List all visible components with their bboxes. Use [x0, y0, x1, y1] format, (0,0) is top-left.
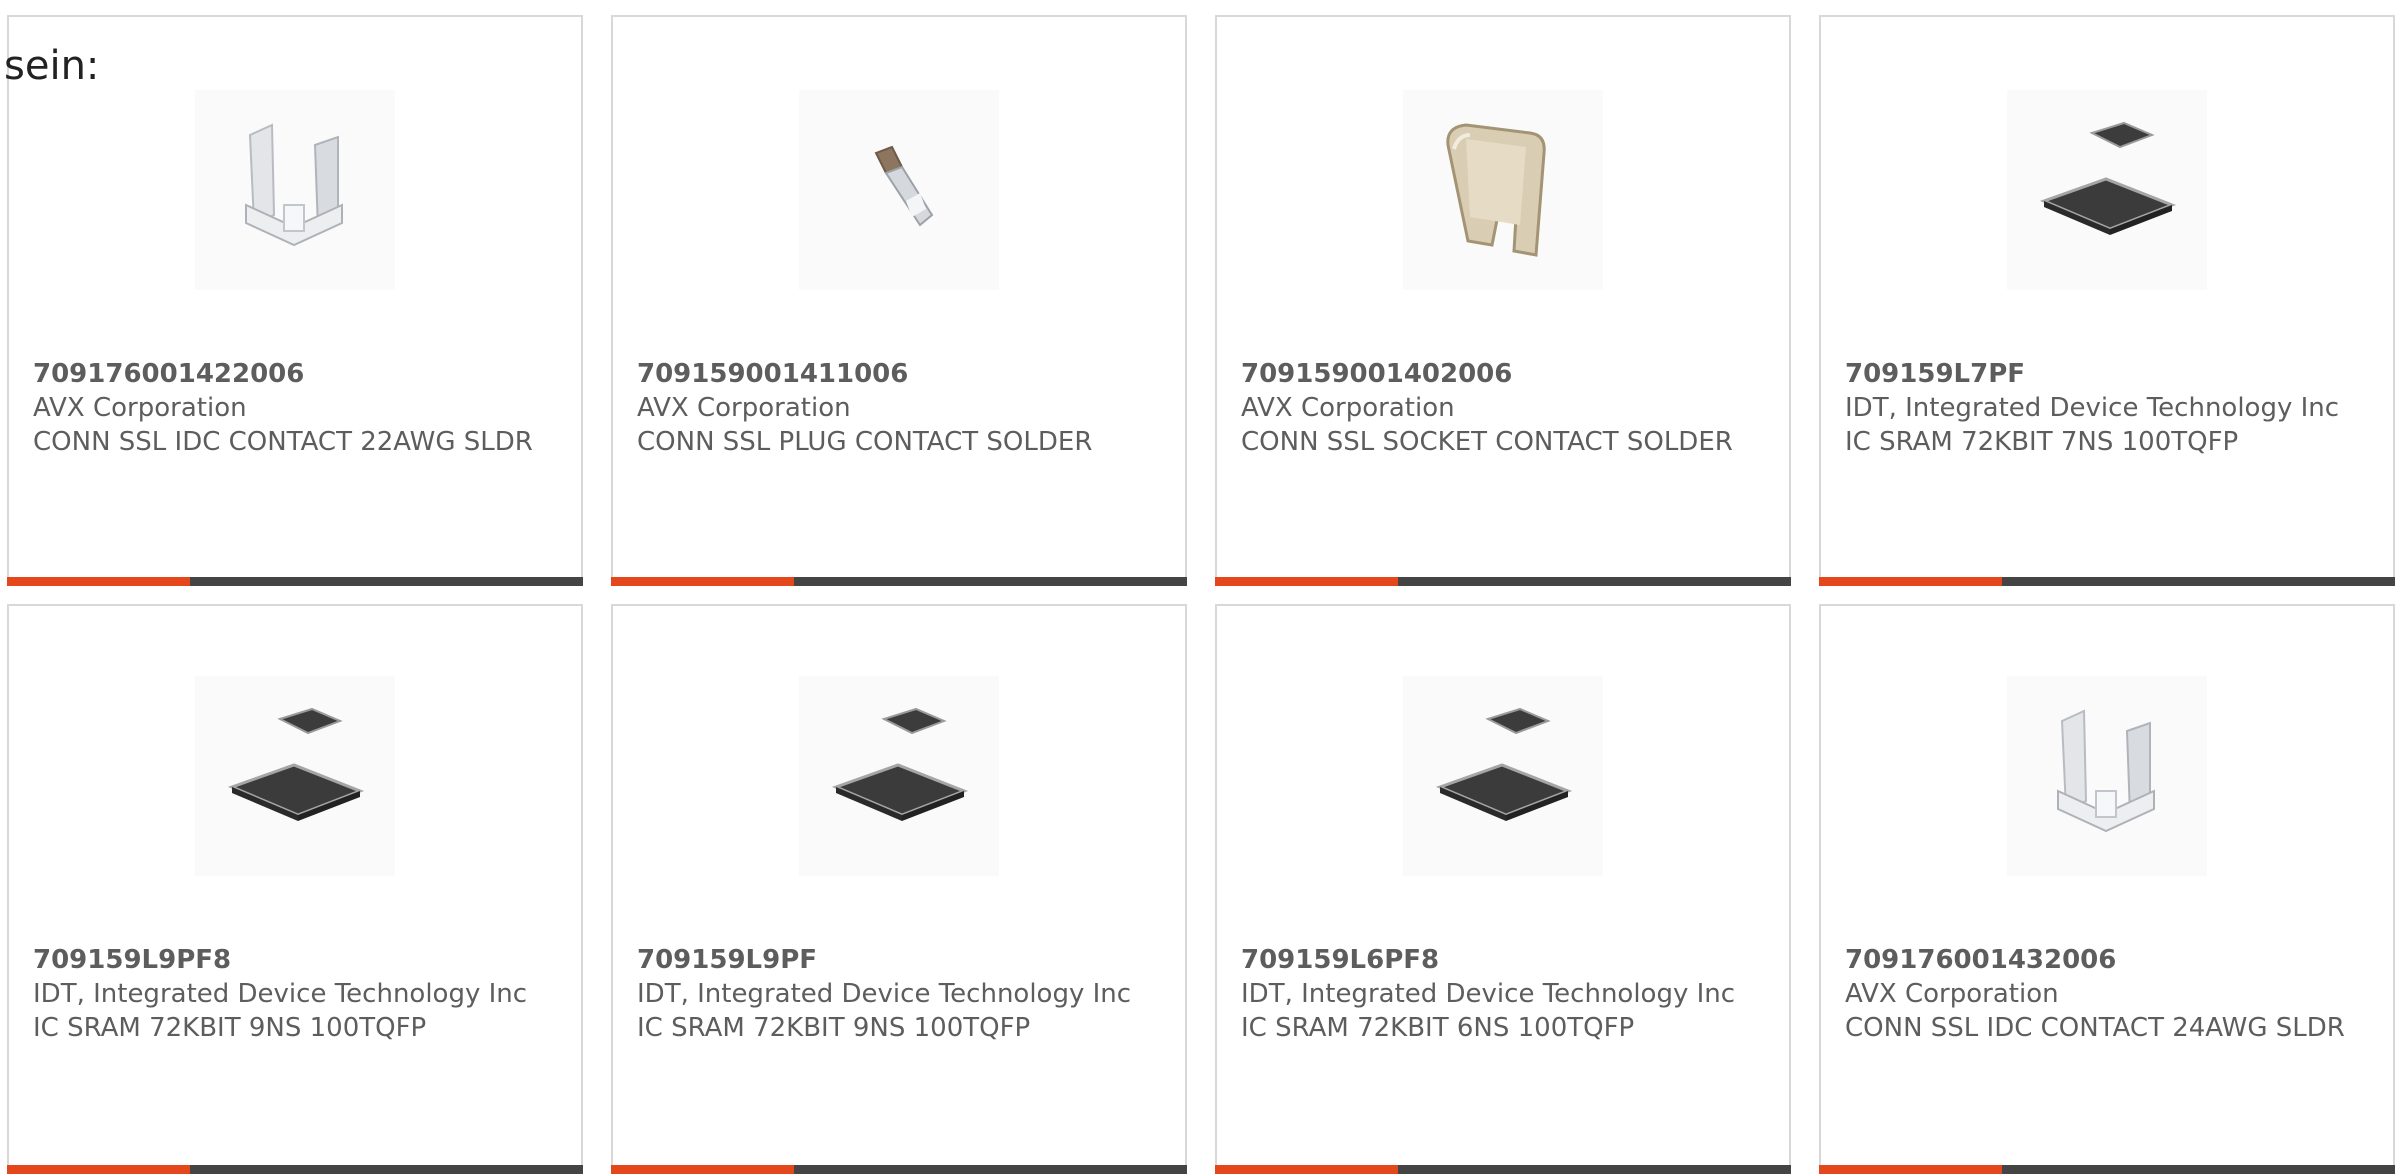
product-description: IC SRAM 72KBIT 6NS 100TQFP [1241, 1013, 1635, 1043]
part-number-link[interactable]: 709159L9PF8 [33, 943, 557, 977]
product-description: CONN SSL SOCKET CONTACT SOLDER [1241, 427, 1733, 457]
part-number-link[interactable]: 709159001411006 [637, 357, 1161, 391]
product-description: CONN SSL IDC CONTACT 22AWG SLDR [33, 427, 533, 457]
card-accent-bar [1215, 577, 1398, 586]
manufacturer-name: IDT, Integrated Device Technology Inc [1241, 979, 1736, 1009]
plug-contact-image[interactable] [799, 90, 999, 290]
manufacturer-name: IDT, Integrated Device Technology Inc [33, 979, 528, 1009]
manufacturer-name: AVX Corporation [1241, 393, 1455, 423]
card-bottom-bar [611, 577, 1187, 586]
product-card[interactable]: 709159001411006 AVX Corporation CONN SSL… [611, 15, 1187, 586]
intro-text: sein: [4, 43, 100, 89]
card-accent-bar [611, 577, 794, 586]
product-card[interactable]: 709176001432006 AVX Corporation CONN SSL… [1819, 604, 2395, 1174]
product-card[interactable]: 709159L7PF IDT, Integrated Device Techno… [1819, 15, 2395, 586]
idc-contact-image[interactable] [195, 90, 395, 290]
product-card[interactable]: 709159L9PF8 IDT, Integrated Device Techn… [7, 604, 583, 1174]
card-accent-bar [1819, 577, 2002, 586]
tqfp-chip-image[interactable] [1403, 676, 1603, 876]
tqfp-chip-image[interactable] [195, 676, 395, 876]
part-number-link[interactable]: 709159L9PF [637, 943, 1161, 977]
manufacturer-name: AVX Corporation [637, 393, 851, 423]
product-description: CONN SSL IDC CONTACT 24AWG SLDR [1845, 1013, 2345, 1043]
product-card[interactable]: 709159L6PF8 IDT, Integrated Device Techn… [1215, 604, 1791, 1174]
part-number-link[interactable]: 709176001422006 [33, 357, 557, 391]
product-description: CONN SSL PLUG CONTACT SOLDER [637, 427, 1093, 457]
part-number-link[interactable]: 709159L6PF8 [1241, 943, 1765, 977]
product-description: IC SRAM 72KBIT 9NS 100TQFP [637, 1013, 1031, 1043]
manufacturer-name: AVX Corporation [1845, 979, 2059, 1009]
part-number-link[interactable]: 709176001432006 [1845, 943, 2369, 977]
manufacturer-name: IDT, Integrated Device Technology Inc [1845, 393, 2340, 423]
product-card[interactable]: 709176001422006 AVX Corporation CONN SSL… [7, 15, 583, 586]
card-bottom-bar [7, 577, 583, 586]
product-card[interactable]: 709159001402006 AVX Corporation CONN SSL… [1215, 15, 1791, 586]
idc-contact-image[interactable] [2007, 676, 2207, 876]
tqfp-chip-image[interactable] [799, 676, 999, 876]
product-card[interactable]: 709159L9PF IDT, Integrated Device Techno… [611, 604, 1187, 1174]
part-number-link[interactable]: 709159001402006 [1241, 357, 1765, 391]
manufacturer-name: AVX Corporation [33, 393, 247, 423]
product-description: IC SRAM 72KBIT 7NS 100TQFP [1845, 427, 2239, 457]
tqfp-chip-image[interactable] [2007, 90, 2207, 290]
product-description: IC SRAM 72KBIT 9NS 100TQFP [33, 1013, 427, 1043]
card-accent-bar [7, 577, 190, 586]
socket-contact-image[interactable] [1403, 90, 1603, 290]
part-number-link[interactable]: 709159L7PF [1845, 357, 2369, 391]
card-bottom-bar [1215, 577, 1791, 586]
manufacturer-name: IDT, Integrated Device Technology Inc [637, 979, 1132, 1009]
card-bottom-bar [1819, 577, 2395, 586]
